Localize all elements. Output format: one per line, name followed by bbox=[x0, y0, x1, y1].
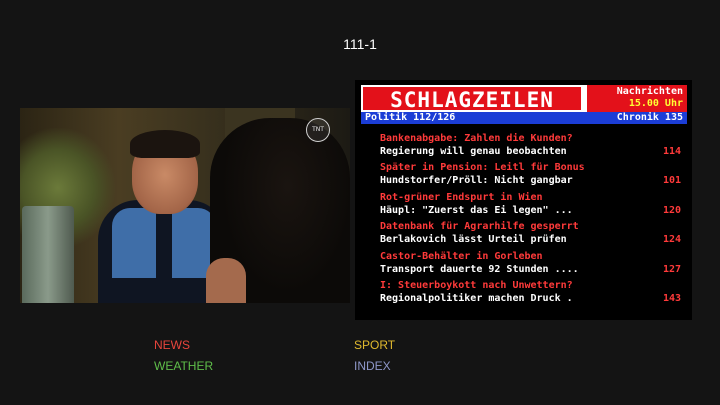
teletext-subheader: Politik 112/126 Chronik 135 bbox=[361, 112, 687, 124]
teletext-item[interactable]: Castor-Behälter in Gorleben Transport da… bbox=[361, 250, 687, 280]
teletext-headline: Bankenabgabe: Zahlen die Kunden? bbox=[380, 133, 573, 144]
teletext-item[interactable]: Später in Pension: Leitl für Bonus Hunds… bbox=[361, 161, 687, 191]
video-man-hair bbox=[130, 130, 200, 158]
nav-sport-button[interactable]: SPORT bbox=[354, 338, 395, 352]
teletext-headline: I: Steuerboykott nach Unwettern? bbox=[380, 280, 573, 291]
teletext-page-link[interactable]: 124 bbox=[663, 233, 681, 246]
teletext-headline: Später in Pension: Leitl für Bonus bbox=[380, 162, 585, 173]
teletext-headline: Datenbank für Agrarhilfe gesperrt bbox=[380, 221, 579, 232]
video-woman-arm bbox=[206, 258, 246, 303]
nav-weather-button[interactable]: WEATHER bbox=[154, 359, 213, 373]
teletext-subline: Hundstorfer/Pröll: Nicht gangbar bbox=[380, 175, 573, 186]
video-preview[interactable]: TNT bbox=[20, 108, 350, 303]
video-vase bbox=[22, 206, 74, 303]
teletext-headline: Castor-Behälter in Gorleben bbox=[380, 251, 543, 262]
teletext-sub-left[interactable]: Politik 112/126 bbox=[365, 112, 455, 124]
teletext-subline: Transport dauerte 92 Stunden .... bbox=[380, 264, 579, 275]
teletext-item[interactable]: I: Steuerboykott nach Unwettern? Regiona… bbox=[361, 279, 687, 309]
teletext-page-link[interactable]: 114 bbox=[663, 145, 681, 158]
teletext-sub-right[interactable]: Chronik 135 bbox=[617, 112, 683, 124]
teletext-page-link[interactable]: 120 bbox=[663, 204, 681, 217]
teletext-subline: Berlakovich lässt Urteil prüfen bbox=[380, 234, 567, 245]
teletext-header-info: Nachrichten 15.00 Uhr bbox=[587, 85, 687, 112]
teletext-page-link[interactable]: 143 bbox=[663, 292, 681, 305]
teletext-title: SCHLAGZEILEN bbox=[361, 85, 583, 112]
teletext-section-label: Nachrichten bbox=[616, 86, 683, 97]
teletext-subline: Regionalpolitiker machen Druck . bbox=[380, 293, 573, 304]
teletext-page-link[interactable]: 127 bbox=[663, 263, 681, 276]
nav-news-button[interactable]: NEWS bbox=[154, 338, 190, 352]
channel-logo-icon: TNT bbox=[306, 118, 330, 142]
teletext-header: SCHLAGZEILEN Nachrichten 15.00 Uhr bbox=[361, 85, 687, 112]
teletext-time: 15.00 Uhr bbox=[628, 98, 683, 109]
teletext-page-link[interactable]: 101 bbox=[663, 174, 681, 187]
teletext-item[interactable]: Rot-grüner Endspurt in Wien Häupl: "Zuer… bbox=[361, 191, 687, 221]
teletext-page: SCHLAGZEILEN Nachrichten 15.00 Uhr Polit… bbox=[355, 80, 692, 320]
page-number: 111-1 bbox=[343, 36, 377, 52]
teletext-subline: Häupl: "Zuerst das Ei legen" ... bbox=[380, 205, 573, 216]
video-shirt-panel-left bbox=[112, 208, 156, 278]
nav-index-button[interactable]: INDEX bbox=[354, 359, 391, 373]
teletext-subline: Regierung will genau beobachten bbox=[380, 146, 567, 157]
teletext-item[interactable]: Bankenabgabe: Zahlen die Kunden? Regieru… bbox=[361, 132, 687, 162]
teletext-item[interactable]: Datenbank für Agrarhilfe gesperrt Berlak… bbox=[361, 220, 687, 250]
teletext-headline: Rot-grüner Endspurt in Wien bbox=[380, 192, 543, 203]
